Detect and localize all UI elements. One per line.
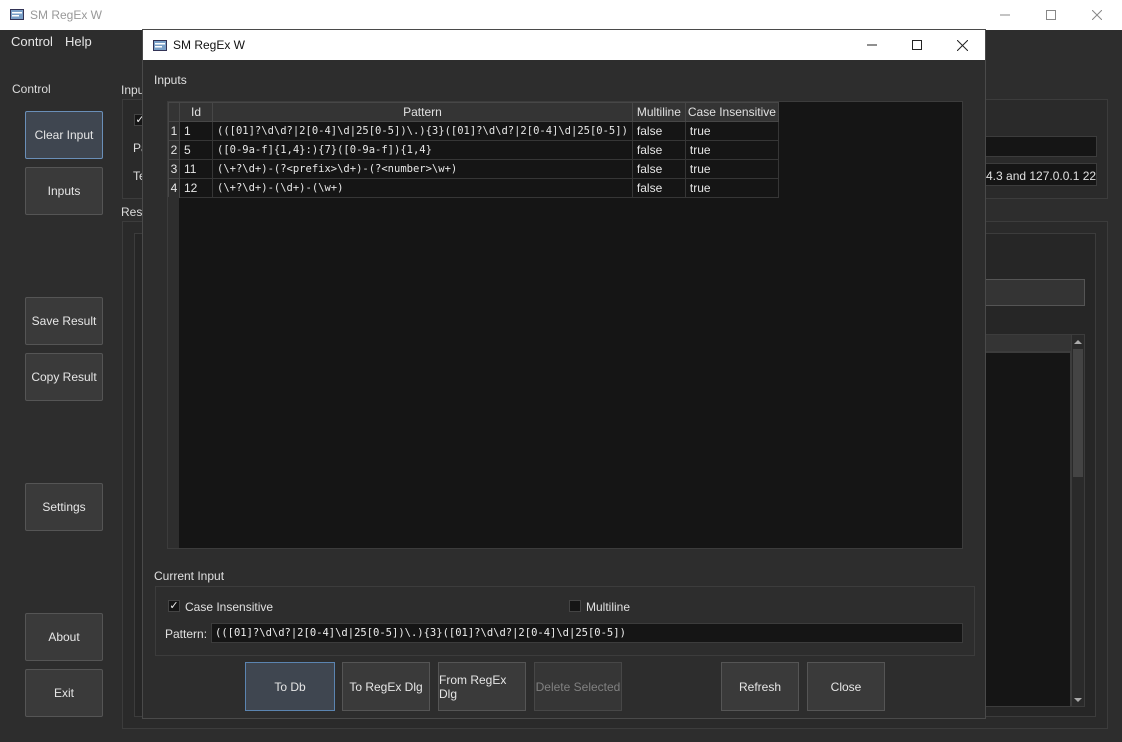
row-number[interactable]: 2 <box>168 140 180 160</box>
table-row[interactable]: 1 1 (([01]?\d\d?|2[0-4]\d|25[0-5])\.){3}… <box>168 121 779 141</box>
control-group-label: Control <box>12 82 51 96</box>
cell-multiline[interactable]: false <box>631 159 686 179</box>
delete-selected-button[interactable]: Delete Selected <box>534 662 622 711</box>
inputs-group-label: Inputs <box>154 73 187 87</box>
case-insensitive-label: Case Insensitive <box>185 600 274 614</box>
exit-button[interactable]: Exit <box>25 669 103 717</box>
cell-multiline[interactable]: false <box>631 121 686 141</box>
table-row[interactable]: 4 12 (\+?\d+)-(\d+)-(\w+) false true <box>168 178 779 198</box>
app-icon <box>10 9 24 20</box>
cell-multiline[interactable]: false <box>631 178 686 198</box>
case-insensitive-checkbox[interactable]: ✓ <box>168 600 180 612</box>
pattern-input[interactable]: (([01]?\d\d?|2[0-4]\d|25[0-5])\.){3}([01… <box>211 623 963 643</box>
clear-input-button[interactable]: Clear Input <box>25 111 103 159</box>
save-result-button[interactable]: Save Result <box>25 297 103 345</box>
cell-case-insensitive[interactable]: true <box>684 178 779 198</box>
table-row[interactable]: 2 5 ([0-9a-f]{1,4}:){7}([0-9a-f]){1,4} f… <box>168 140 779 160</box>
about-button[interactable]: About <box>25 613 103 661</box>
dialog-close-button[interactable] <box>939 30 985 60</box>
minimize-icon <box>1000 14 1010 16</box>
cell-pattern[interactable]: (([01]?\d\d?|2[0-4]\d|25[0-5])\.){3}([01… <box>212 121 633 141</box>
current-input-group <box>155 586 975 656</box>
cell-pattern[interactable]: (\+?\d+)-(?<prefix>\d+)-(?<number>\w+) <box>212 159 633 179</box>
multiline-label: Multiline <box>586 600 631 614</box>
dialog-title: SM RegEx W <box>173 38 246 52</box>
main-result-header <box>985 279 1085 306</box>
row-number[interactable]: 1 <box>168 121 180 141</box>
close-button[interactable]: Close <box>807 662 885 711</box>
close-window-button[interactable] <box>1074 0 1120 30</box>
minimize-icon <box>867 44 877 46</box>
cell-case-insensitive[interactable]: true <box>684 140 779 160</box>
main-titlebar: SM RegEx W <box>0 0 1122 30</box>
dialog-maximize-button[interactable] <box>894 30 940 60</box>
maximize-icon <box>912 40 922 50</box>
row-number[interactable]: 3 <box>168 159 180 179</box>
cell-case-insensitive[interactable]: true <box>684 159 779 179</box>
app-icon <box>153 40 167 51</box>
maximize-button[interactable] <box>1028 0 1074 30</box>
minimize-button[interactable] <box>982 0 1028 30</box>
cell-id[interactable]: 1 <box>179 121 213 141</box>
main-text-field[interactable]: 4.3 and 127.0.0.1 222 <box>985 163 1097 186</box>
inputs-grid: Id Pattern Multiline Case Insensitive 1 … <box>168 102 779 198</box>
scroll-down-icon[interactable] <box>1072 695 1084 705</box>
to-regex-dlg-button[interactable]: To RegEx Dlg <box>342 662 430 711</box>
main-result-colheader <box>985 334 1073 352</box>
column-header-pattern[interactable]: Pattern <box>212 102 633 122</box>
settings-button[interactable]: Settings <box>25 483 103 531</box>
menu-control[interactable]: Control <box>11 34 53 49</box>
inputs-table: Id Pattern Multiline Case Insensitive 1 … <box>167 101 963 549</box>
cell-id[interactable]: 12 <box>179 178 213 198</box>
from-regex-dlg-button[interactable]: From RegEx Dlg <box>438 662 526 711</box>
main-window-title: SM RegEx W <box>30 8 103 22</box>
row-number[interactable]: 4 <box>168 178 180 198</box>
cell-case-insensitive[interactable]: true <box>684 121 779 141</box>
to-db-button[interactable]: To Db <box>245 662 335 711</box>
main-inputs-label: Inpu <box>121 83 145 97</box>
dialog-minimize-button[interactable] <box>849 30 895 60</box>
cell-pattern[interactable]: (\+?\d+)-(\d+)-(\w+) <box>212 178 633 198</box>
inputs-button[interactable]: Inputs <box>25 167 103 215</box>
main-pattern-field[interactable] <box>985 136 1097 157</box>
close-icon <box>956 39 968 51</box>
cell-multiline[interactable]: false <box>631 140 686 160</box>
menu-help[interactable]: Help <box>65 34 92 49</box>
main-result-scrollbar[interactable] <box>1071 334 1085 707</box>
pattern-label: Pattern: <box>165 627 208 641</box>
cell-id[interactable]: 5 <box>179 140 213 160</box>
cell-id[interactable]: 11 <box>179 159 213 179</box>
corner-header <box>168 102 180 122</box>
dialog-titlebar: SM RegEx W <box>143 30 985 60</box>
scroll-up-icon[interactable] <box>1072 337 1084 347</box>
scroll-thumb[interactable] <box>1073 349 1083 477</box>
copy-result-button[interactable]: Copy Result <box>25 353 103 401</box>
main-result-list <box>985 352 1071 707</box>
current-input-group-label: Current Input <box>154 569 225 583</box>
column-header-case-insensitive[interactable]: Case Insensitive <box>684 102 779 122</box>
cell-pattern[interactable]: ([0-9a-f]{1,4}:){7}([0-9a-f]){1,4} <box>212 140 633 160</box>
column-header-multiline[interactable]: Multiline <box>631 102 686 122</box>
maximize-icon <box>1046 10 1056 20</box>
row-header-strip <box>168 197 179 548</box>
multiline-checkbox[interactable] <box>569 600 581 612</box>
close-icon <box>1092 10 1102 20</box>
inputs-dialog: SM RegEx W Inputs Id Pattern Multiline C… <box>142 29 986 719</box>
refresh-button[interactable]: Refresh <box>721 662 799 711</box>
table-row[interactable]: 3 11 (\+?\d+)-(?<prefix>\d+)-(?<number>\… <box>168 159 779 179</box>
column-header-id[interactable]: Id <box>179 102 213 122</box>
